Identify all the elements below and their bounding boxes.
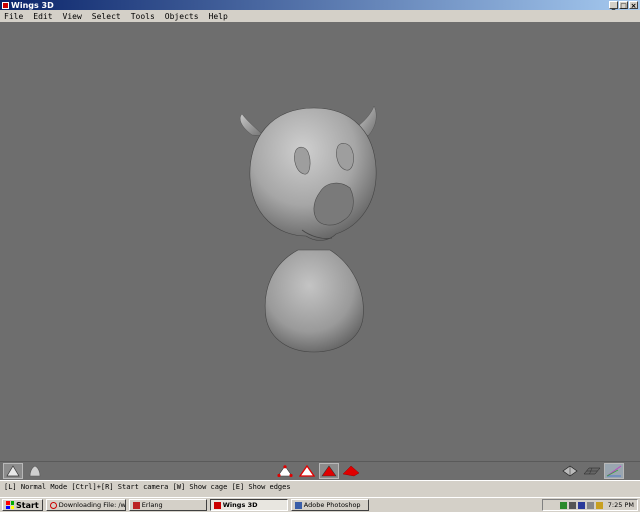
windows-taskbar: Start Downloading File: /wings/... Erlan… bbox=[0, 497, 640, 512]
task-label: Erlang bbox=[141, 501, 163, 509]
windows-logo-icon bbox=[6, 501, 14, 509]
monitor-icon[interactable] bbox=[577, 501, 585, 509]
task-label: Adobe Photoshop bbox=[303, 501, 361, 509]
task-label: Wings 3D bbox=[222, 501, 258, 509]
system-tray: 7:25 PM bbox=[542, 499, 638, 511]
task-erlang[interactable]: Erlang bbox=[128, 499, 207, 511]
start-label: Start bbox=[16, 500, 39, 510]
wireframe-toggle-icon[interactable] bbox=[560, 463, 580, 479]
icon-toolbar bbox=[0, 461, 640, 481]
menu-tools[interactable]: Tools bbox=[127, 12, 161, 21]
wings-app-icon bbox=[2, 1, 9, 9]
smooth-shaded-icon[interactable] bbox=[3, 463, 23, 479]
menu-bar: File Edit View Select Tools Objects Help bbox=[0, 10, 640, 22]
model-head bbox=[239, 105, 377, 241]
menu-select[interactable]: Select bbox=[88, 12, 127, 21]
menu-file[interactable]: File bbox=[0, 12, 29, 21]
face-mode-icon[interactable] bbox=[319, 463, 339, 479]
model-render bbox=[239, 105, 377, 353]
window-controls: _ □ × bbox=[609, 1, 638, 10]
clock: 7:25 PM bbox=[607, 501, 634, 509]
menu-help[interactable]: Help bbox=[205, 12, 234, 21]
perspective-icon[interactable] bbox=[604, 463, 624, 479]
close-button[interactable]: × bbox=[629, 1, 638, 10]
model-body bbox=[264, 249, 364, 353]
task-photoshop[interactable]: Adobe Photoshop bbox=[290, 499, 369, 511]
workmode-icon[interactable] bbox=[25, 463, 45, 479]
opera-icon bbox=[49, 501, 57, 509]
task-label: Downloading File: /wings/... bbox=[58, 501, 126, 509]
body-mode-icon[interactable] bbox=[341, 463, 361, 479]
volume-icon[interactable] bbox=[568, 501, 576, 509]
title-bar[interactable]: Wings 3D _ □ × bbox=[0, 0, 640, 10]
status-bar: [L] Normal Mode [Ctrl]+[R] Start camera … bbox=[0, 480, 640, 492]
maximize-button[interactable]: □ bbox=[619, 1, 628, 10]
erlang-icon bbox=[132, 501, 140, 509]
vertex-mode-icon[interactable] bbox=[275, 463, 295, 479]
menu-view[interactable]: View bbox=[59, 12, 88, 21]
task-downloading[interactable]: Downloading File: /wings/... bbox=[45, 499, 126, 511]
menu-objects[interactable]: Objects bbox=[161, 12, 205, 21]
network-icon[interactable] bbox=[559, 501, 567, 509]
window-title: Wings 3D bbox=[11, 0, 54, 10]
tray-app-icon-2[interactable] bbox=[595, 501, 603, 509]
minimize-button[interactable]: _ bbox=[609, 1, 618, 10]
tray-app-icon[interactable] bbox=[586, 501, 594, 509]
wings-icon bbox=[213, 501, 221, 509]
photoshop-icon bbox=[294, 501, 302, 509]
status-text: [L] Normal Mode [Ctrl]+[R] Start camera … bbox=[4, 482, 291, 491]
menu-edit[interactable]: Edit bbox=[29, 12, 58, 21]
3d-viewport[interactable] bbox=[0, 22, 640, 461]
start-button[interactable]: Start bbox=[2, 499, 43, 511]
task-wings3d[interactable]: Wings 3D bbox=[209, 499, 288, 511]
edge-mode-icon[interactable] bbox=[297, 463, 317, 479]
ground-plane-icon[interactable] bbox=[582, 463, 602, 479]
